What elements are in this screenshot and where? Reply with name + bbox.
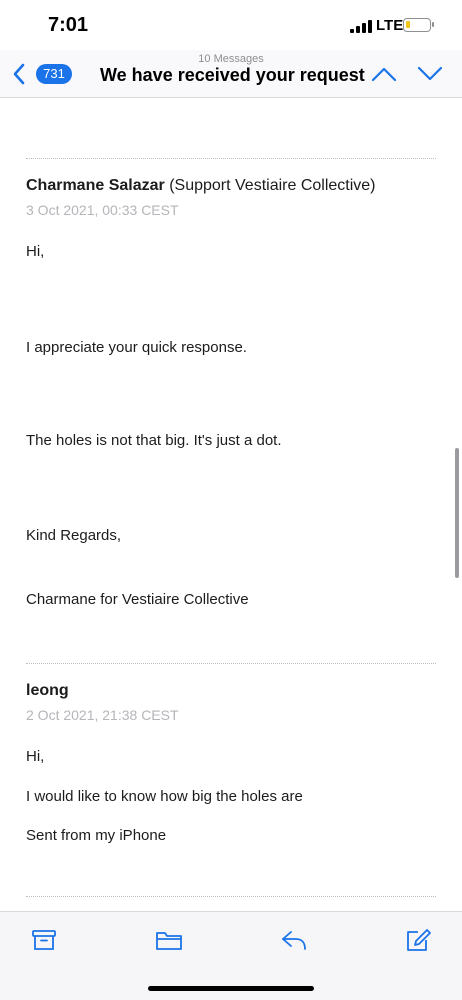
- message-line: I appreciate your quick response.: [26, 339, 247, 356]
- message-sender[interactable]: Charmane Salazar (Support Vestiaire Coll…: [26, 177, 376, 195]
- scrollbar[interactable]: [455, 448, 459, 578]
- message-divider: [26, 158, 436, 159]
- sender-name: leong: [26, 682, 69, 699]
- message-line: Hi,: [26, 748, 45, 765]
- compose-icon[interactable]: [405, 928, 431, 952]
- chevron-up-icon[interactable]: [370, 65, 398, 83]
- folder-icon[interactable]: [155, 928, 183, 952]
- signal-strength-icon: [350, 20, 372, 33]
- unread-count-badge: 731: [36, 64, 72, 84]
- message-line: The holes is not that big. It's just a d…: [26, 432, 282, 449]
- message-sender[interactable]: leong: [26, 682, 69, 700]
- message-line: Charmane for Vestiaire Collective: [26, 591, 249, 608]
- navigation-bar: 10 Messages 731 We have received your re…: [0, 50, 462, 98]
- home-indicator: [148, 986, 314, 991]
- message-date: 3 Oct 2021, 00:33 CEST: [26, 202, 179, 218]
- sender-name: Charmane Salazar: [26, 177, 165, 194]
- message-line: Sent from my iPhone: [26, 827, 167, 844]
- reply-icon[interactable]: [280, 928, 308, 952]
- archive-icon[interactable]: [31, 928, 57, 952]
- message-date: 2 Oct 2021, 21:38 CEST: [26, 707, 179, 723]
- thread-title: We have received your request: [100, 65, 365, 85]
- message-line: Hi,: [26, 243, 45, 260]
- message-thread[interactable]: Charmane Salazar (Support Vestiaire Coll…: [0, 99, 462, 911]
- status-time: 7:01: [48, 14, 89, 36]
- network-type: LTE: [376, 17, 404, 34]
- back-chevron-icon: [13, 63, 25, 85]
- message-divider: [26, 663, 436, 664]
- sender-detail: (Support Vestiaire Collective): [169, 177, 376, 194]
- back-button[interactable]: 731: [8, 60, 78, 88]
- message-line: I would like to know how big the holes a…: [26, 788, 303, 805]
- message-line: Kind Regards,: [26, 527, 122, 544]
- message-divider: [26, 896, 436, 897]
- battery-icon: [403, 18, 431, 32]
- chevron-down-icon[interactable]: [416, 65, 444, 83]
- status-bar: 7:01 LTE: [0, 0, 462, 50]
